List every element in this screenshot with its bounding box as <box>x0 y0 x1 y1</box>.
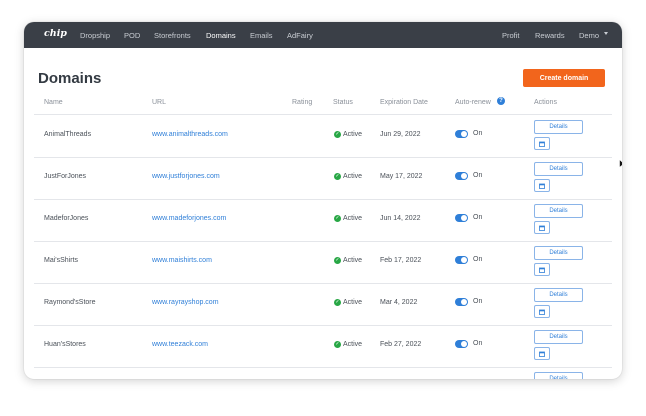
domain-url-link[interactable]: www.rayrayshop.com <box>152 299 219 306</box>
external-link-button[interactable] <box>534 137 550 150</box>
external-link-button[interactable] <box>534 305 550 318</box>
column-header-status: Status <box>333 99 353 106</box>
check-circle-icon: ✓ <box>334 341 341 348</box>
nav-storefronts[interactable]: Storefronts <box>154 31 191 40</box>
autorenew-label: On <box>473 256 483 263</box>
autorenew-toggle[interactable] <box>455 214 468 222</box>
column-header-autorenew: Auto-renew <box>455 99 491 106</box>
autorenew-label: On <box>473 298 483 305</box>
status-label: Active <box>343 173 363 180</box>
question-circle-icon[interactable]: ? <box>497 97 505 105</box>
top-navigation-bar: chip Dropship POD Storefronts Domains Em… <box>24 22 622 48</box>
toggle-knob <box>461 257 467 263</box>
details-button[interactable]: Details <box>534 288 583 302</box>
external-link-icon <box>539 183 545 189</box>
check-circle-icon: ✓ <box>334 131 341 138</box>
table-row: AnimalThreads www.animalthreads.com ✓ Activ… <box>24 116 622 158</box>
caret-down-icon[interactable] <box>604 32 608 35</box>
details-button[interactable]: Details <box>534 120 583 134</box>
domain-name: Huan'sStores <box>44 341 86 348</box>
autorenew-toggle[interactable] <box>455 298 468 306</box>
toggle-knob <box>461 299 467 305</box>
external-link-button[interactable] <box>534 263 550 276</box>
check-circle-icon: ✓ <box>334 299 341 306</box>
domain-name: Raymond'sStore <box>44 299 96 306</box>
row-divider <box>34 367 612 368</box>
domain-name: AnimalThreads <box>44 131 92 138</box>
domain-url-link[interactable]: www.teezack.com <box>152 341 208 348</box>
check-circle-icon: ✓ <box>334 173 341 180</box>
status-label: Active <box>343 299 363 306</box>
column-header-actions: Actions <box>534 99 557 106</box>
nav-pod[interactable]: POD <box>124 31 140 40</box>
table-row: Raymond'sStore www.rayrayshop.com ✓ Active M… <box>24 284 622 326</box>
details-button[interactable]: Details <box>534 162 583 176</box>
status-label: Active <box>343 215 363 222</box>
toggle-knob <box>461 215 467 221</box>
status-label: Active <box>343 131 363 138</box>
nav-dropship[interactable]: Dropship <box>80 31 110 40</box>
table-row: MadeforJones www.madeforjones.com ✓ Active J… <box>24 200 622 242</box>
external-link-icon <box>539 141 545 147</box>
check-circle-icon: ✓ <box>334 257 341 264</box>
external-link-icon <box>539 225 545 231</box>
create-domain-button[interactable]: Create domain <box>523 69 605 87</box>
status-label: Active <box>343 257 363 264</box>
domain-url-link[interactable]: www.madeforjones.com <box>152 215 226 222</box>
external-link-button[interactable] <box>534 221 550 234</box>
nav-domains[interactable]: Domains <box>206 31 236 40</box>
table-row: Mai'sShirts www.maishirts.com ✓ Active Feb 1… <box>24 242 622 284</box>
toggle-knob <box>461 131 467 137</box>
nav-emails[interactable]: Emails <box>250 31 273 40</box>
header-divider <box>34 114 612 115</box>
expiration-date: Jun 14, 2022 <box>380 215 421 222</box>
chip-logo[interactable]: chip <box>44 28 67 39</box>
column-header-name: Name <box>44 99 63 106</box>
column-header-expiration: Expiration Date <box>380 99 428 106</box>
expiration-date: Feb 17, 2022 <box>380 257 422 264</box>
domain-url-link[interactable]: www.justforjones.com <box>152 173 220 180</box>
domain-name: Mai'sShirts <box>44 257 79 264</box>
column-header-rating: Rating <box>292 99 313 106</box>
domain-name: MadeforJones <box>44 215 89 222</box>
domain-name: JustForJones <box>44 173 87 180</box>
nav-profit[interactable]: Profit <box>502 31 520 40</box>
status-label: Active <box>343 341 363 348</box>
autorenew-label: On <box>473 130 483 137</box>
expiration-date: Feb 27, 2022 <box>380 341 422 348</box>
autorenew-label: On <box>473 340 483 347</box>
column-header-url: URL <box>152 99 167 106</box>
expiration-date: Jun 29, 2022 <box>380 131 421 138</box>
autorenew-toggle[interactable] <box>455 340 468 348</box>
nav-adfairy[interactable]: AdFairy <box>287 31 313 40</box>
expiration-date: Mar 4, 2022 <box>380 299 418 306</box>
external-link-button[interactable] <box>534 179 550 192</box>
autorenew-label: On <box>473 172 483 179</box>
toggle-knob <box>461 173 467 179</box>
details-button[interactable]: Details <box>534 330 583 344</box>
external-link-icon <box>539 267 545 273</box>
external-link-icon <box>539 351 545 357</box>
page-title: Domains <box>38 70 102 87</box>
autorenew-toggle[interactable] <box>455 130 468 138</box>
details-button[interactable]: Details <box>534 246 583 260</box>
table-row: JustForJones www.justforjones.com ✓ Active M… <box>24 158 622 200</box>
check-circle-icon: ✓ <box>334 215 341 222</box>
autorenew-toggle[interactable] <box>455 172 468 180</box>
nav-demo-account[interactable]: Demo <box>579 31 599 40</box>
details-button[interactable]: Details <box>534 204 583 218</box>
mouse-pointer-icon <box>619 159 622 169</box>
autorenew-label: On <box>473 214 483 221</box>
toggle-knob <box>461 341 467 347</box>
app-window: chip Dropship POD Storefronts Domains Em… <box>24 22 622 379</box>
external-link-button[interactable] <box>534 347 550 360</box>
domain-url-link[interactable]: www.maishirts.com <box>152 257 212 264</box>
nav-rewards[interactable]: Rewards <box>535 31 565 40</box>
domain-url-link[interactable]: www.animalthreads.com <box>152 131 228 138</box>
external-link-icon <box>539 309 545 315</box>
expiration-date: May 17, 2022 <box>380 173 423 180</box>
table-row: Huan'sStores www.teezack.com ✓ Active Feb 27… <box>24 326 622 368</box>
details-button[interactable]: Details <box>534 372 583 379</box>
autorenew-toggle[interactable] <box>455 256 468 264</box>
